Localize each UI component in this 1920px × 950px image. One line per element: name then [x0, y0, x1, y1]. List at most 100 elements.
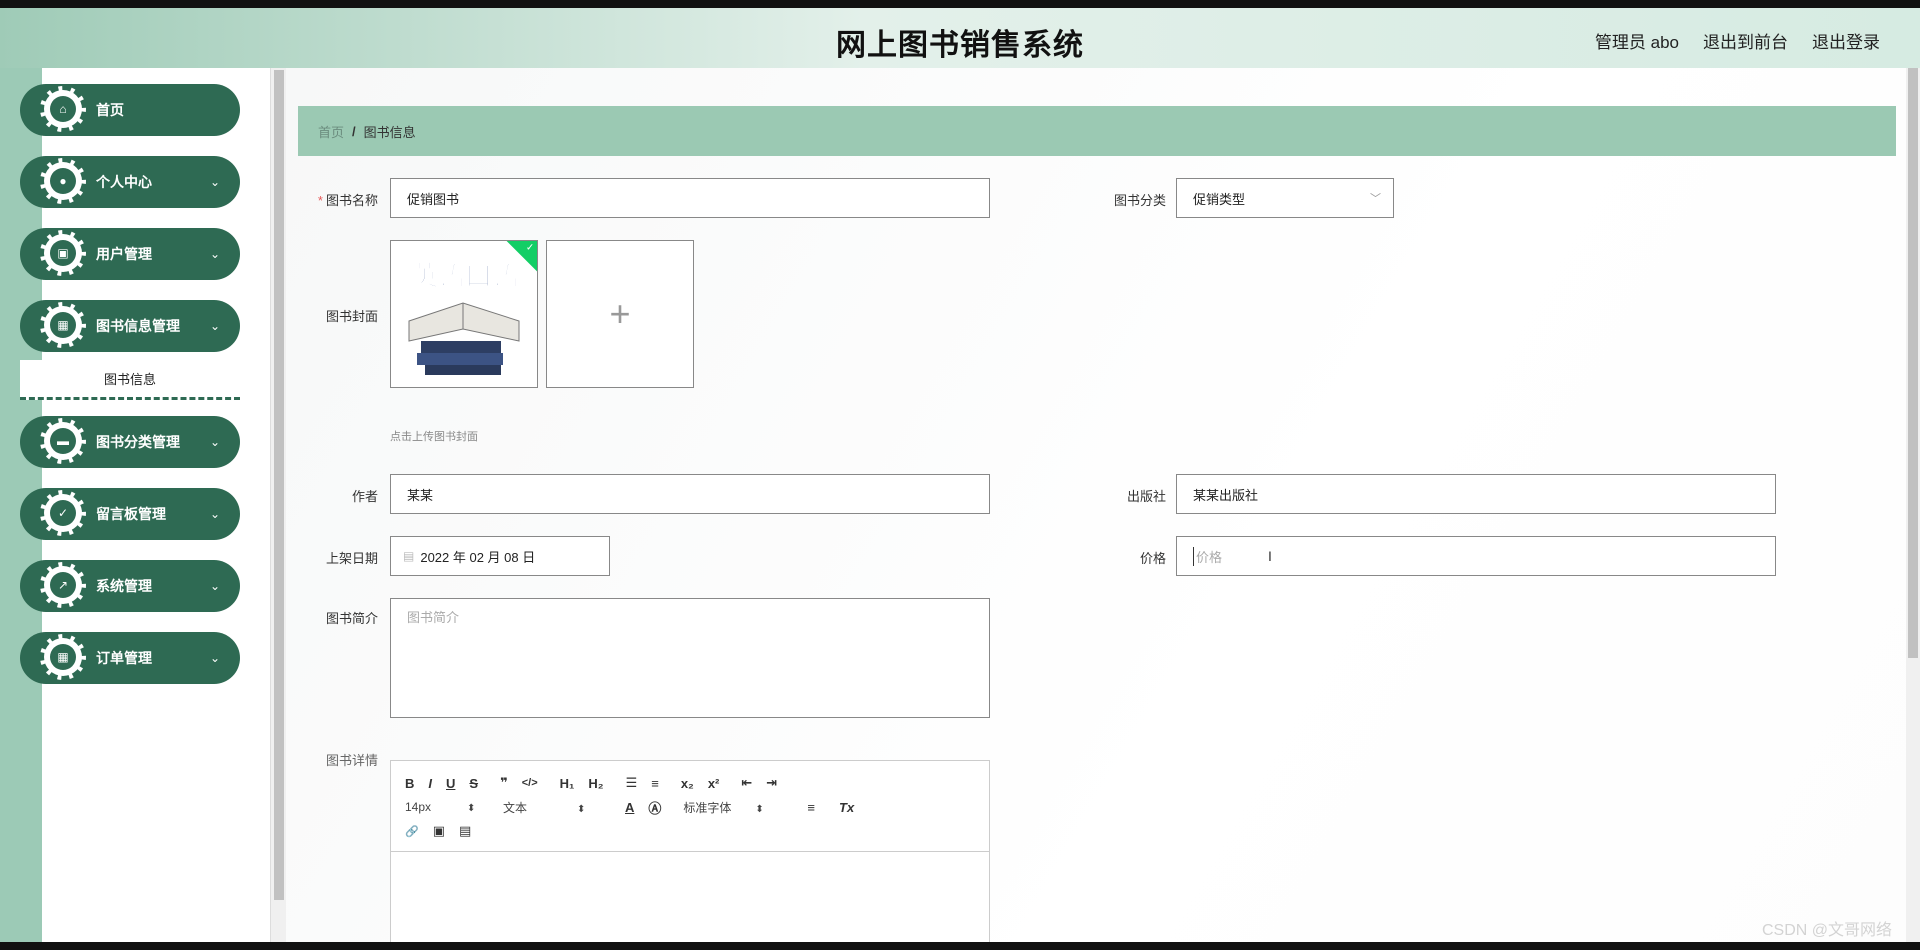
menu-badge: ▣ — [40, 230, 86, 276]
price-label: 价格 — [1139, 551, 1166, 566]
bullet-list-button[interactable]: ≡ — [651, 776, 659, 791]
text-style-select[interactable]: 文本 ⬍ — [503, 799, 611, 816]
sidebar-item-user-management[interactable]: ▣ 用户管理 ⌄ — [20, 228, 240, 280]
underline-button[interactable]: U — [446, 776, 455, 791]
menu-badge: ✓ — [40, 490, 86, 536]
sidebar-item-category-management[interactable]: ▬ 图书分类管理 ⌄ — [20, 416, 240, 468]
blockquote-button[interactable]: ❞ — [500, 775, 508, 791]
sidebar-item-label: 留言板管理 — [96, 506, 166, 522]
font-size-select[interactable]: 14px ⬍ — [405, 800, 489, 814]
logout-link[interactable]: 退出登录 — [1812, 28, 1880, 53]
sidebar-scrollbar[interactable] — [270, 68, 286, 942]
font-family-select[interactable]: 标准字体 ⬍ — [683, 799, 793, 816]
cover-thumbnail[interactable]: 英语口语 ✓ — [390, 240, 538, 388]
book-name-input[interactable]: 促销图书 — [390, 178, 990, 218]
sidebar-item-label: 订单管理 — [96, 650, 152, 666]
price-input[interactable]: 价格 — [1176, 536, 1776, 576]
chevron-down-icon: ⌄ — [209, 175, 220, 189]
publisher-label: 出版社 — [1126, 489, 1166, 504]
check-icon: ✓ — [525, 242, 535, 254]
grid-icon: ▦ — [50, 312, 76, 338]
scrollbar-thumb[interactable] — [274, 70, 284, 900]
chevron-down-icon: ⌄ — [209, 247, 220, 261]
main-scrollbar[interactable] — [1906, 68, 1920, 942]
sidebar-item-label: 图书分类管理 — [96, 434, 180, 450]
font-color-button[interactable]: A — [625, 800, 634, 815]
clear-format-button[interactable]: Tx — [839, 800, 854, 815]
heading2-button[interactable]: H₂ — [588, 776, 603, 791]
user-icon: ● — [50, 168, 76, 194]
scrollbar-thumb[interactable] — [1908, 68, 1918, 658]
sidebar-item-personal-center[interactable]: ● 个人中心 ⌄ — [20, 156, 240, 208]
strikethrough-button[interactable]: S — [469, 776, 478, 791]
cover-image-text: 英语口语 — [411, 261, 519, 292]
book-cover-label: 图书封面 — [325, 309, 378, 324]
select-arrow-icon: ⬍ — [467, 803, 476, 814]
book-name-label: * 图书名称 — [298, 190, 378, 209]
main-content: 首页 / 图书信息 * 图书名称 促销图书 图书分类 促销类型 ﹀ 图书封面 英语… — [286, 68, 1906, 942]
subscript-button[interactable]: x₂ — [681, 776, 694, 791]
intro-label: 图书简介 — [325, 611, 378, 626]
sidebar-item-message-board[interactable]: ✓ 留言板管理 ⌄ — [20, 488, 240, 540]
bold-button[interactable]: B — [405, 776, 414, 791]
indent-button[interactable]: ⇥ — [766, 775, 777, 791]
editor-toolbar-row-2: 14px ⬍ 文本 ⬍ A Ⓐ 标准字体 ⬍ ≡ Tx — [405, 795, 975, 819]
wallet-icon: ▣ — [50, 240, 76, 266]
sidebar-item-order-management[interactable]: ▦ 订单管理 ⌄ — [20, 632, 240, 684]
text-style-value: 文本 — [503, 800, 528, 815]
menu-badge: ● — [40, 158, 86, 204]
listing-date-value: 2022 年 02 月 08 日 — [420, 549, 536, 565]
breadcrumb: 首页 / 图书信息 — [298, 106, 1896, 156]
breadcrumb-home[interactable]: 首页 — [318, 122, 344, 141]
sidebar-item-label: 图书信息管理 — [96, 318, 180, 334]
image-button[interactable]: ▣ — [433, 823, 445, 839]
link-button[interactable]: 🔗 — [405, 825, 419, 838]
video-button[interactable]: ▤ — [459, 823, 471, 839]
intro-textarea[interactable]: 图书简介 — [390, 598, 990, 718]
clipboard-icon: ✓ — [50, 500, 76, 526]
breadcrumb-separator: / — [352, 123, 356, 139]
chevron-down-icon: ﹀ — [1370, 193, 1381, 205]
book-name-label-text: 图书名称 — [325, 193, 378, 208]
breadcrumb-current: 图书信息 — [363, 124, 416, 140]
rich-text-editor: B I U S ❞ </> H₁ H₂ ☰ ≡ x₂ x² ⇤ ⇥ 14px ⬍ — [390, 760, 990, 942]
listing-date-picker[interactable]: ▤ 2022 年 02 月 08 日 — [390, 536, 610, 576]
menu-badge: ▦ — [40, 634, 86, 680]
calendar-icon: ▤ — [403, 549, 415, 563]
sidebar-item-book-info-management[interactable]: ▦ 图书信息管理 ⌄ — [20, 300, 240, 352]
admin-user-label[interactable]: 管理员 abo — [1595, 28, 1679, 53]
editor-content-area[interactable] — [391, 852, 989, 942]
sidebar-item-system-management[interactable]: ↗ 系统管理 ⌄ — [20, 560, 240, 612]
book-category-select[interactable]: 促销类型 ﹀ — [1176, 178, 1394, 218]
cover-upload-button[interactable]: + — [546, 240, 694, 388]
go-frontend-link[interactable]: 退出到前台 — [1703, 28, 1788, 53]
publisher-input[interactable]: 某某出版社 — [1176, 474, 1776, 514]
background-color-button[interactable]: Ⓐ — [648, 798, 661, 817]
editor-toolbar-row-1: B I U S ❞ </> H₁ H₂ ☰ ≡ x₂ x² ⇤ ⇥ — [405, 771, 975, 795]
select-arrow-icon: ⬍ — [577, 803, 586, 815]
sidebar-item-label: 用户管理 — [96, 246, 152, 262]
price-placeholder: 价格 — [1193, 546, 1222, 566]
superscript-button[interactable]: x² — [708, 776, 720, 791]
book-category-value: 促销类型 — [1193, 191, 1246, 207]
author-input[interactable]: 某某 — [390, 474, 990, 514]
sidebar-item-label: 系统管理 — [96, 578, 152, 594]
author-label: 作者 — [351, 489, 378, 504]
outdent-button[interactable]: ⇤ — [741, 775, 752, 791]
ordered-list-button[interactable]: ☰ — [626, 775, 638, 791]
menu-badge: ↗ — [40, 562, 86, 608]
italic-button[interactable]: I — [428, 776, 432, 791]
heading1-button[interactable]: H₁ — [560, 776, 575, 791]
chart-icon: ↗ — [50, 572, 76, 598]
chevron-down-icon: ⌄ — [209, 579, 220, 593]
sidebar-item-label: 首页 — [96, 102, 124, 118]
menu-badge: ▦ — [40, 302, 86, 348]
grid-icon: ▦ — [50, 644, 76, 670]
sidebar-subitem-book-info[interactable]: 图书信息 — [20, 360, 240, 400]
code-block-button[interactable]: </> — [522, 777, 538, 789]
monitor-icon: ▬ — [50, 428, 76, 454]
menu-badge: ⌂ — [40, 86, 86, 132]
align-button[interactable]: ≡ — [807, 800, 815, 815]
sidebar-item-home[interactable]: ⌂ 首页 — [20, 84, 240, 136]
select-arrow-icon: ⬍ — [755, 803, 764, 815]
